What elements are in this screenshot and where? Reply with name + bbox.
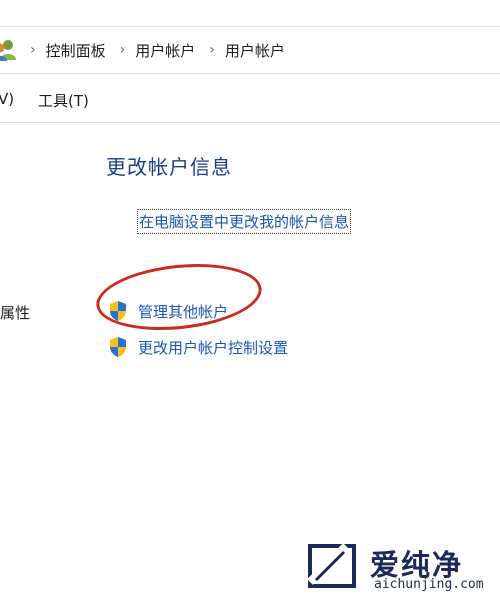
address-bar[interactable]: › 控制面板 › 用户帐户 › 用户帐户	[0, 27, 500, 74]
breadcrumb-user-accounts-current[interactable]: 用户帐户	[225, 40, 285, 61]
breadcrumb-user-accounts[interactable]: 用户帐户	[135, 40, 195, 61]
uac-settings-label: 更改用户帐户控制设置	[138, 338, 289, 357]
change-account-info-link[interactable]: 在电脑设置中更改我的帐户信息	[137, 209, 352, 234]
menu-bar: V) 工具(T)	[0, 74, 500, 123]
uac-settings-link[interactable]: 更改用户帐户控制设置	[108, 336, 288, 358]
breadcrumb-separator: ›	[30, 42, 36, 58]
breadcrumb-separator: ›	[209, 42, 215, 58]
sidebar-properties-label[interactable]: 属性	[0, 302, 30, 323]
window-top-edge	[0, 0, 500, 27]
annotation-ellipse	[93, 256, 265, 338]
control-panel-window: › 控制面板 › 用户帐户 › 用户帐户 V) 工具(T) 更改帐户信息 在电脑…	[0, 0, 500, 598]
breadcrumb-separator: ›	[119, 42, 126, 58]
uac-shield-icon	[110, 337, 126, 357]
watermark-url: aichunjing.com	[374, 577, 484, 592]
breadcrumb: › 控制面板 › 用户帐户 › 用户帐户	[30, 27, 299, 73]
users-icon	[0, 40, 16, 61]
page-title: 更改帐户信息	[106, 155, 232, 179]
watermark-logo-icon	[307, 543, 356, 588]
menu-view[interactable]: V)	[0, 90, 14, 108]
breadcrumb-control-panel[interactable]: 控制面板	[46, 40, 106, 61]
watermark-logo: 爱纯净 aichunjing.com	[300, 540, 496, 596]
menu-tools[interactable]: 工具(T)	[38, 90, 89, 111]
